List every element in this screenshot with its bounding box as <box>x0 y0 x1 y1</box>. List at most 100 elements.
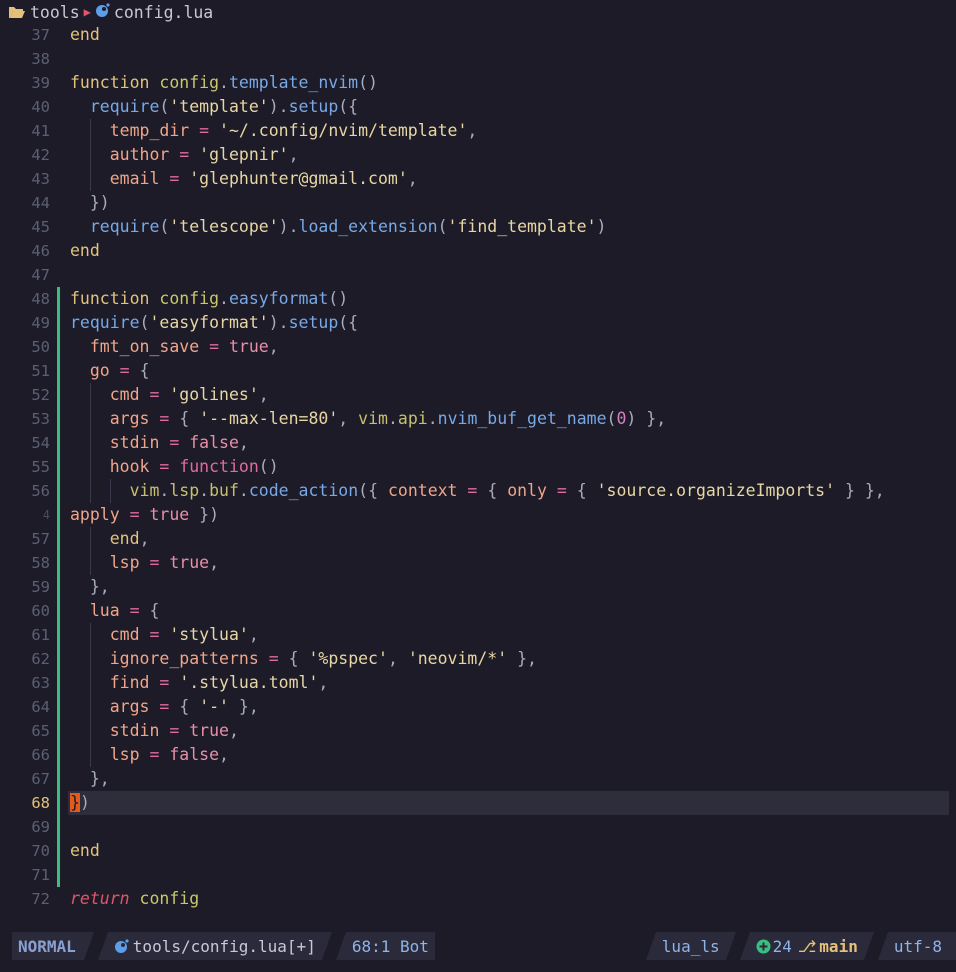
breadcrumb-file[interactable]: config.lua <box>114 3 213 22</box>
code-line[interactable]: 67 }, <box>0 767 956 791</box>
git-added-sign <box>57 359 60 383</box>
git-status[interactable]: 24 ⎇ main <box>749 932 864 960</box>
code-line[interactable]: 51 go = { <box>0 359 956 383</box>
code-line[interactable]: 72 return config <box>0 887 956 911</box>
git-added-sign <box>57 767 60 791</box>
code-line[interactable]: 37 end <box>0 23 956 47</box>
code-token: }, <box>507 649 537 668</box>
code-line[interactable]: 56 vim.lsp.buf.code_action({ context = {… <box>0 479 956 503</box>
code-token: . <box>219 73 229 92</box>
code-token: require <box>89 97 160 116</box>
code-token: { <box>179 697 200 716</box>
code-line[interactable]: 65 stdin = true, <box>0 719 956 743</box>
code-line[interactable]: 59 }, <box>0 575 956 599</box>
code-line[interactable]: 63 find = '.stylua.toml', <box>0 671 956 695</box>
code-token: lsp <box>169 481 200 500</box>
code-token: config <box>159 73 220 92</box>
code-token: { <box>576 481 597 500</box>
breadcrumb-folder[interactable]: tools <box>30 3 80 22</box>
code-line[interactable]: 39 function config.template_nvim() <box>0 71 956 95</box>
code-text: args = { '--max-len=80', vim.api.nvim_bu… <box>70 407 666 431</box>
code-token: code_action <box>248 481 359 500</box>
separator-icon <box>83 932 94 960</box>
file-segment[interactable]: tools/config.lua[+] <box>107 932 322 960</box>
code-token: template_nvim <box>228 73 359 92</box>
code-text: }, <box>70 575 110 599</box>
code-line[interactable]: 46 end <box>0 239 956 263</box>
code-line[interactable]: 47 <box>0 263 956 287</box>
code-token: = <box>159 433 190 452</box>
code-token: 'stylua' <box>169 625 249 644</box>
code-line[interactable]: 38 <box>0 47 956 71</box>
code-token: lsp <box>109 745 140 764</box>
code-token: , <box>209 553 220 572</box>
code-line[interactable]: 69 <box>0 815 956 839</box>
code-token: , <box>338 409 359 428</box>
code-line[interactable]: 54 stdin = false, <box>0 431 956 455</box>
code-token: ) <box>596 217 607 236</box>
code-text: go = { <box>70 359 150 383</box>
code-token: temp_dir <box>109 121 190 140</box>
code-line[interactable]: 64 args = { '-' }, <box>0 695 956 719</box>
code-line[interactable]: 66 lsp = false, <box>0 743 956 767</box>
code-token: }) <box>189 505 220 524</box>
git-added-sign <box>57 815 60 839</box>
code-line[interactable]: 45 require('telescope').load_extension('… <box>0 215 956 239</box>
code-line[interactable]: 53 args = { '--max-len=80', vim.api.nvim… <box>0 407 956 431</box>
git-added-sign <box>57 599 60 623</box>
code-line[interactable]: 71 <box>0 863 956 887</box>
lsp-client[interactable]: lua_ls <box>655 932 726 960</box>
line-number: 61 <box>31 626 50 644</box>
code-token: '~/.config/nvim/template' <box>219 121 468 140</box>
code-line[interactable]: 50 fmt_on_save = true, <box>0 335 956 359</box>
git-added-sign <box>57 287 60 311</box>
code-line[interactable]: 61 cmd = 'stylua', <box>0 623 956 647</box>
code-line[interactable]: 55 hook = function() <box>0 455 956 479</box>
git-added-sign <box>57 527 60 551</box>
code-text: apply = true }) <box>70 503 219 527</box>
code-token: . <box>427 409 438 428</box>
code-token: 'glepnir' <box>199 145 289 164</box>
code-line[interactable]: 42 author = 'glepnir', <box>0 143 956 167</box>
code-token: end <box>109 529 140 548</box>
code-text: require('easyformat').setup({ <box>70 311 358 335</box>
code-text: end <box>70 23 100 47</box>
code-line[interactable]: 70 end <box>0 839 956 863</box>
code-token: '%pspec' <box>308 649 388 668</box>
code-token: = <box>159 169 190 188</box>
code-token: true <box>189 721 229 740</box>
code-line[interactable]: 40 require('template').setup({ <box>0 95 956 119</box>
code-line[interactable]: 49 require('easyformat').setup({ <box>0 311 956 335</box>
code-token: , <box>258 385 269 404</box>
folder-open-icon <box>8 5 26 19</box>
code-line[interactable]: 58 lsp = true, <box>0 551 956 575</box>
code-line[interactable]: 68}) <box>0 791 956 815</box>
code-line[interactable]: 43 email = 'glephunter@gmail.com', <box>0 167 956 191</box>
git-added-sign <box>57 551 60 575</box>
code-line[interactable]: 62 ignore_patterns = { '%pspec', 'neovim… <box>0 647 956 671</box>
code-line[interactable]: 4 apply = true }) <box>0 503 956 527</box>
separator-icon <box>877 932 888 960</box>
line-number: 51 <box>31 362 50 380</box>
code-line[interactable]: 48 function config.easyformat() <box>0 287 956 311</box>
code-token: = <box>139 625 170 644</box>
code-line[interactable]: 41 temp_dir = '~/.config/nvim/template', <box>0 119 956 143</box>
code-line[interactable]: 44 }) <box>0 191 956 215</box>
code-token: . <box>238 481 249 500</box>
line-number: 53 <box>31 410 50 428</box>
code-line[interactable]: 60 lua = { <box>0 599 956 623</box>
code-text: hook = function() <box>70 455 279 479</box>
code-line[interactable]: 57 end, <box>0 527 956 551</box>
code-token: cmd <box>109 385 140 404</box>
code-token: , <box>288 145 299 164</box>
code-line[interactable]: 52 cmd = 'golines', <box>0 383 956 407</box>
code-token: stdin <box>109 721 160 740</box>
editor-buffer[interactable]: 37 end 38 39 function config.template_nvim()… <box>0 23 956 919</box>
line-number: 56 <box>31 482 50 500</box>
